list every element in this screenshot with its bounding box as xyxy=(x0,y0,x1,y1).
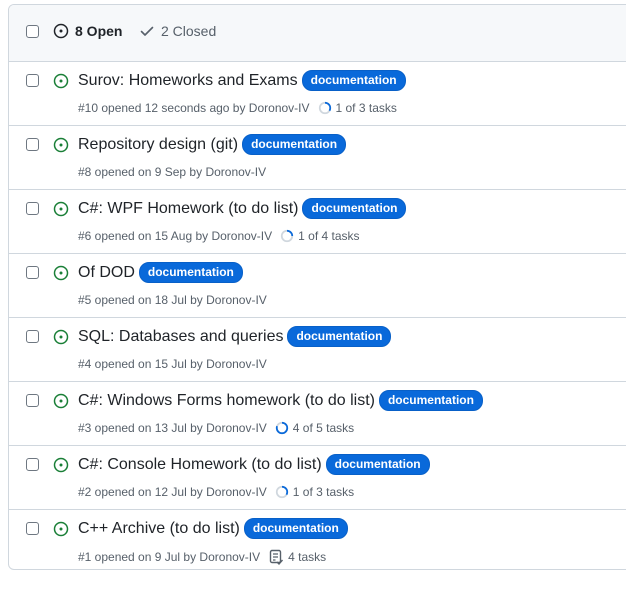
documentation-label[interactable]: documentation xyxy=(302,198,407,219)
issue-title-link[interactable]: C#: WPF Homework (to do list) xyxy=(78,200,298,218)
issue-title-link[interactable]: Of DOD xyxy=(78,264,135,282)
issue-opened-icon xyxy=(53,457,69,473)
issue-meta: #2 opened on 12 Jul by Doronov-IV 1 of 3 … xyxy=(78,485,354,499)
issue-title-line: C#: Windows Forms homework (to do list) d… xyxy=(78,390,483,411)
issue-meta: #8 opened on 9 Sep by Doronov-IV xyxy=(78,165,266,179)
task-progress-label: 4 of 5 tasks xyxy=(292,421,355,435)
issue-opened-icon xyxy=(53,329,69,345)
task-progress[interactable]: 1 of 3 tasks xyxy=(318,101,397,115)
issue-title-line: Repository design (git) documentation xyxy=(78,134,347,155)
open-issues-filter[interactable]: 8 Open xyxy=(53,23,122,39)
task-progress[interactable]: 4 of 5 tasks xyxy=(275,421,354,435)
issue-meta-text: #1 opened on 9 Jul by Doronov-IV xyxy=(78,550,261,564)
issue-meta-text: #10 opened 12 seconds ago by Doronov-IV xyxy=(78,101,310,115)
issue-row[interactable]: Repository design (git) documentation #8 o… xyxy=(9,126,626,190)
issue-meta: #5 opened on 18 Jul by Doronov-IV xyxy=(78,293,267,307)
progress-ring-icon xyxy=(281,229,294,243)
issue-title-link[interactable]: Surov: Homeworks and Exams xyxy=(78,72,298,90)
issue-checkbox[interactable] xyxy=(26,266,39,279)
issue-checkbox[interactable] xyxy=(26,458,39,471)
issue-meta: #3 opened on 13 Jul by Doronov-IV 4 of 5 … xyxy=(78,421,354,435)
issue-row[interactable]: SQL: Databases and queries documentation #… xyxy=(9,318,626,382)
issue-meta-text: #3 opened on 13 Jul by Doronov-IV xyxy=(78,421,267,435)
issue-rows: Surov: Homeworks and Exams documentation #… xyxy=(9,62,626,569)
issue-checkbox[interactable] xyxy=(26,522,39,535)
issue-checkbox[interactable] xyxy=(26,138,39,151)
task-progress-label: 1 of 4 tasks xyxy=(298,229,360,243)
task-progress[interactable]: 4 tasks xyxy=(268,549,326,565)
issue-row[interactable]: C++ Archive (to do list) documentation #1 … xyxy=(9,510,626,569)
documentation-label[interactable]: documentation xyxy=(242,134,347,155)
issue-meta: #10 opened 12 seconds ago by Doronov-IV 1… xyxy=(78,101,397,115)
issue-meta: #6 opened on 15 Aug by Doronov-IV 1 of 4 … xyxy=(78,229,360,243)
issue-title-link[interactable]: C#: Console Homework (to do list) xyxy=(78,456,322,474)
issue-meta: #4 opened on 15 Jul by Doronov-IV xyxy=(78,357,267,371)
closed-issues-filter[interactable]: 2 Closed xyxy=(139,23,216,39)
issue-meta: #1 opened on 9 Jul by Doronov-IV 4 tasks xyxy=(78,549,326,565)
issue-opened-icon xyxy=(53,393,69,409)
issue-checkbox[interactable] xyxy=(26,202,39,215)
documentation-label[interactable]: documentation xyxy=(301,70,406,91)
task-progress-label: 1 of 3 tasks xyxy=(292,485,355,499)
issue-title-line: C++ Archive (to do list) documentation xyxy=(78,518,348,539)
issue-row[interactable]: C#: Windows Forms homework (to do list) d… xyxy=(9,382,626,446)
issue-meta-text: #6 opened on 15 Aug by Doronov-IV xyxy=(78,229,273,243)
progress-ring-icon xyxy=(275,485,288,499)
documentation-label[interactable]: documentation xyxy=(378,390,483,411)
issue-opened-icon xyxy=(53,137,69,153)
issue-row[interactable]: C#: WPF Homework (to do list) documentati… xyxy=(9,190,626,254)
issue-title-link[interactable]: C++ Archive (to do list) xyxy=(78,520,240,538)
issue-meta-text: #5 opened on 18 Jul by Doronov-IV xyxy=(78,293,267,307)
issue-opened-icon xyxy=(53,201,69,217)
issue-title-link[interactable]: SQL: Databases and queries xyxy=(78,328,283,346)
progress-ring-icon xyxy=(275,421,288,435)
issues-list-header: 8 Open 2 Closed xyxy=(9,5,626,62)
issue-title-link[interactable]: Repository design (git) xyxy=(78,136,238,154)
closed-count-label: 2 Closed xyxy=(161,23,217,39)
issue-row[interactable]: Surov: Homeworks and Exams documentation #… xyxy=(9,62,626,126)
issue-opened-icon xyxy=(53,73,69,89)
issue-row[interactable]: C#: Console Homework (to do list) documen… xyxy=(9,446,626,510)
issue-meta-text: #8 opened on 9 Sep by Doronov-IV xyxy=(78,165,267,179)
documentation-label[interactable]: documentation xyxy=(243,518,348,539)
task-progress[interactable]: 1 of 4 tasks xyxy=(280,229,360,243)
issue-row[interactable]: Of DOD documentation #5 opened on 18 Jul b… xyxy=(9,254,626,318)
issue-title-line: Surov: Homeworks and Exams documentation xyxy=(78,70,406,91)
open-count-label: 8 Open xyxy=(75,23,123,39)
issues-list: 8 Open 2 Closed Surov: Homeworks and Exa… xyxy=(8,4,626,570)
task-progress[interactable]: 1 of 3 tasks xyxy=(275,485,354,499)
issue-title-line: SQL: Databases and queries documentation xyxy=(78,326,392,347)
issue-opened-icon xyxy=(53,265,69,281)
issue-opened-icon xyxy=(53,521,69,537)
documentation-label[interactable]: documentation xyxy=(325,454,430,475)
documentation-label[interactable]: documentation xyxy=(138,262,243,283)
issue-title-line: C#: Console Homework (to do list) documen… xyxy=(78,454,430,475)
task-progress-label: 4 tasks xyxy=(288,550,327,564)
select-all-checkbox[interactable] xyxy=(26,25,39,38)
check-icon xyxy=(140,26,154,36)
tasklist-icon xyxy=(269,549,284,565)
progress-ring-icon xyxy=(318,101,331,115)
issue-title-link[interactable]: C#: Windows Forms homework (to do list) xyxy=(78,392,375,410)
issue-title-line: C#: WPF Homework (to do list) documentati… xyxy=(78,198,407,219)
issue-meta-text: #4 opened on 15 Jul by Doronov-IV xyxy=(78,357,267,371)
issue-meta-text: #2 opened on 12 Jul by Doronov-IV xyxy=(78,485,267,499)
task-progress-label: 1 of 3 tasks xyxy=(335,101,397,115)
issue-opened-icon xyxy=(53,23,69,39)
issue-checkbox[interactable] xyxy=(26,394,39,407)
issue-title-line: Of DOD documentation xyxy=(78,262,243,283)
issue-checkbox[interactable] xyxy=(26,330,39,343)
documentation-label[interactable]: documentation xyxy=(287,326,392,347)
issue-checkbox[interactable] xyxy=(26,74,39,87)
